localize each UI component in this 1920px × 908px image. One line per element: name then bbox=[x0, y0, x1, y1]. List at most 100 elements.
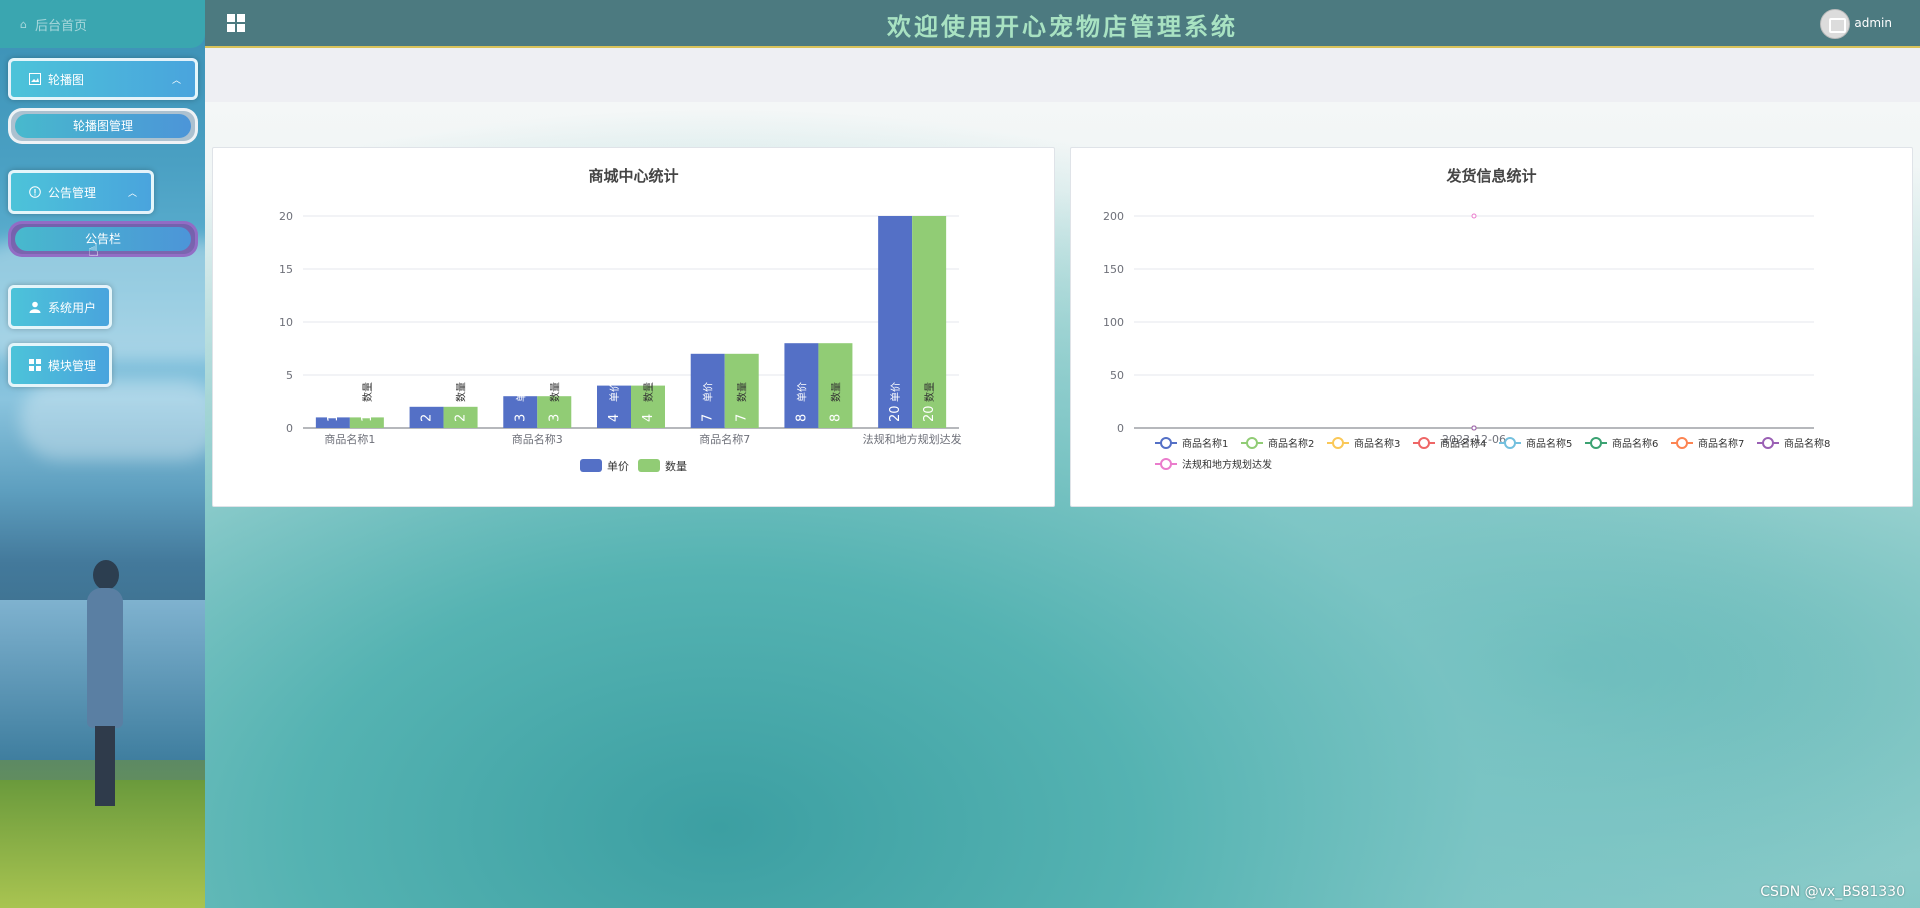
x-tick-label: 商品名称7 bbox=[699, 432, 750, 446]
bar-series-label: 单价 bbox=[515, 382, 527, 402]
y-tick-label: 10 bbox=[279, 316, 293, 329]
bar-series-label: 单价 bbox=[796, 382, 808, 402]
bar-data-label: 20 bbox=[888, 405, 903, 422]
chevron-up-icon: ︿ bbox=[171, 75, 181, 86]
legend-label: 商品名称5 bbox=[1526, 437, 1572, 450]
legend-marker bbox=[1332, 437, 1344, 449]
line-point bbox=[1471, 425, 1477, 431]
sidebar-menu-system-users[interactable]: 系统用户 bbox=[8, 285, 112, 329]
home-icon: ⌂ bbox=[20, 17, 27, 31]
bar-series-label: 数量 bbox=[923, 382, 936, 402]
chart-panel-shop: 商城中心统计 0 5 10 15 20 1 单价 1 数量 商品名称1 2 单价 2 数量 3 单价 3 数量 商品… bbox=[212, 147, 1055, 507]
y-tick-label: 20 bbox=[279, 210, 293, 223]
line-point bbox=[1471, 213, 1477, 219]
sidebar-menu-announcement[interactable]: 公告管理 ︿ bbox=[8, 170, 154, 214]
bar-series-label: 数量 bbox=[736, 382, 749, 402]
legend-label: 商品名称2 bbox=[1268, 437, 1314, 450]
bar-series-label: 单价 bbox=[703, 382, 715, 402]
sidebar-menu-label: 轮播图 bbox=[48, 72, 85, 87]
bar-data-label: 2 bbox=[454, 414, 469, 422]
legend-label: 法规和地方规划达发 bbox=[1182, 458, 1272, 471]
bar-series-label: 数量 bbox=[361, 382, 374, 402]
grid-icon bbox=[29, 359, 41, 371]
bar-data-label: 1 bbox=[360, 414, 375, 422]
y-tick-label: 200 bbox=[1103, 210, 1124, 223]
legend-marker bbox=[1762, 437, 1774, 449]
legend-swatch bbox=[638, 459, 660, 472]
bar-data-label: 2 bbox=[420, 414, 435, 422]
legend-marker bbox=[1676, 437, 1688, 449]
bar-chart: 051015201单价1数量商品名称12单价2数量3单价3数量商品名称34单价4… bbox=[279, 210, 962, 473]
y-tick-label: 100 bbox=[1103, 316, 1124, 329]
sidebar-subitem-announcement-board[interactable]: 公告栏 bbox=[8, 221, 198, 257]
sidebar-menu-module-manage[interactable]: 模块管理 bbox=[8, 343, 112, 387]
bar-series-label: 单价 bbox=[890, 382, 902, 402]
bar-data-label: 8 bbox=[828, 414, 843, 422]
x-tick-label: 法规和地方规划达发 bbox=[863, 432, 962, 446]
avatar[interactable] bbox=[1820, 9, 1850, 39]
legend-label: 商品名称8 bbox=[1784, 437, 1830, 450]
bar-data-label: 20 bbox=[922, 405, 937, 422]
info-circle-icon bbox=[29, 186, 41, 198]
bar-series-label: 数量 bbox=[455, 382, 468, 402]
image-icon bbox=[29, 73, 41, 85]
bar-data-label: 7 bbox=[701, 414, 716, 422]
y-tick-label: 50 bbox=[1110, 369, 1124, 382]
line-chart: 0501001502002023-12-06商品名称1 商品名称2 商品名称3 商品名… bbox=[1103, 210, 1830, 471]
x-tick-label: 商品名称1 bbox=[324, 432, 375, 446]
bar-series-label: 单价 bbox=[328, 382, 340, 402]
sidebar-menu-carousel[interactable]: 轮播图 ︿ bbox=[8, 58, 198, 100]
legend-label: 数量 bbox=[665, 460, 687, 473]
sidebar-background-figure bbox=[85, 560, 125, 820]
legend-label: 商品名称7 bbox=[1698, 437, 1744, 450]
x-tick-label: 商品名称3 bbox=[512, 432, 563, 446]
sidebar-menu-label: 公告管理 bbox=[48, 185, 97, 200]
bar-data-label: 4 bbox=[607, 414, 622, 422]
y-tick-label: 15 bbox=[279, 263, 293, 276]
sidebar-menu-label: 模块管理 bbox=[48, 358, 97, 373]
bar-series-label: 数量 bbox=[548, 382, 561, 402]
y-tick-label: 0 bbox=[286, 422, 293, 435]
legend-marker bbox=[1246, 437, 1258, 449]
legend-label: 商品名称3 bbox=[1354, 437, 1400, 450]
y-tick-label: 5 bbox=[286, 369, 293, 382]
legend-marker bbox=[1504, 437, 1516, 449]
bar-data-label: 8 bbox=[794, 414, 809, 422]
bar-data-label: 3 bbox=[513, 414, 528, 422]
sidebar-item-label: 后台首页 bbox=[34, 18, 87, 34]
chevron-up-icon: ︿ bbox=[127, 188, 137, 199]
mouse-cursor-icon: ☝ bbox=[88, 240, 99, 261]
page-title: 欢迎使用开心宠物店管理系统 bbox=[887, 13, 1238, 41]
legend-label: 单价 bbox=[607, 460, 629, 473]
sidebar-subitem-label: 轮播图管理 bbox=[15, 114, 191, 138]
watermark: CSDN @vx_BS81330 bbox=[1760, 884, 1905, 900]
bar-data-label: 1 bbox=[326, 414, 341, 422]
y-tick-label: 150 bbox=[1103, 263, 1124, 276]
sidebar-menu-label: 系统用户 bbox=[48, 300, 97, 315]
legend-marker bbox=[1160, 458, 1172, 470]
bar-data-label: 4 bbox=[641, 414, 656, 422]
y-tick-label: 0 bbox=[1117, 422, 1124, 435]
user-icon bbox=[29, 301, 41, 313]
bar-series-label: 单价 bbox=[609, 382, 621, 402]
chart-title: 发货信息统计 bbox=[1446, 167, 1537, 185]
legend-label: 商品名称6 bbox=[1612, 437, 1658, 450]
legend-label: 商品名称4 bbox=[1440, 437, 1486, 450]
sidebar: ⌂ 后台首页 轮播图 ︿ 轮播图管理 公告管理 ︿ 公告栏 ☝ 系统用户 模块管… bbox=[0, 0, 205, 908]
sidebar-subitem-label: 公告栏 bbox=[15, 227, 191, 251]
chart-title: 商城中心统计 bbox=[588, 167, 679, 185]
legend-marker bbox=[1590, 437, 1602, 449]
legend-marker bbox=[1160, 437, 1172, 449]
legend-marker bbox=[1418, 437, 1430, 449]
top-header: 欢迎使用开心宠物店管理系统 admin bbox=[205, 0, 1920, 48]
bar-series-label: 单价 bbox=[422, 382, 434, 402]
sidebar-background-cloud bbox=[20, 380, 205, 460]
chart-panel-shipping: 发货信息统计 0 50 100 150 200 2023-12-06 商品名称1 商品名称2 商… bbox=[1070, 147, 1913, 507]
username[interactable]: admin bbox=[1854, 16, 1892, 30]
bar-series-label: 数量 bbox=[829, 382, 842, 402]
bar-series-label: 数量 bbox=[642, 382, 655, 402]
bar-data-label: 3 bbox=[547, 414, 562, 422]
legend-swatch bbox=[580, 459, 602, 472]
sidebar-subitem-carousel-manage[interactable]: 轮播图管理 bbox=[8, 108, 198, 144]
sidebar-item-home[interactable]: ⌂ 后台首页 bbox=[0, 0, 205, 48]
